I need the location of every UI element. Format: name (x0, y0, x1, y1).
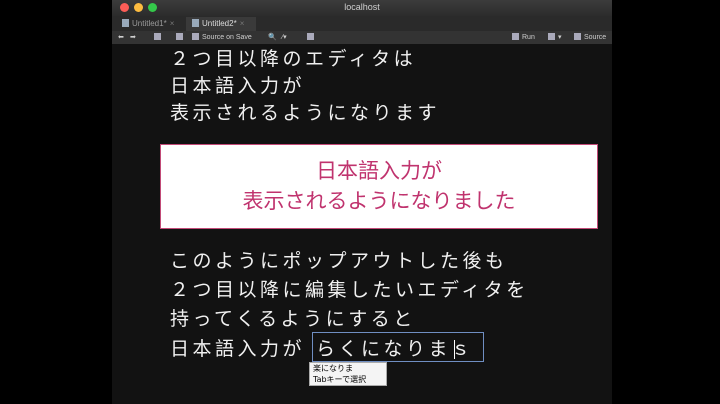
ime-composing-text: らくになりまｓ (316, 338, 474, 360)
line-text: このようにポップアウトした後も (170, 250, 508, 272)
callout-line-1: 日本語入力が (316, 159, 442, 183)
search-icon[interactable]: 🔍 (268, 32, 277, 43)
text-caret (454, 340, 455, 359)
line-text: ２つ目以降のエディタは (170, 48, 417, 70)
line-text: ２つ目以降に編集したいエディタを (170, 279, 529, 301)
forward-arrow-icon[interactable]: ➡ (130, 32, 136, 43)
show-in-window-icon[interactable] (154, 32, 164, 43)
window-title: localhost (344, 2, 380, 12)
tab-label: Untitled2* (202, 19, 237, 28)
title-bar: localhost (112, 0, 612, 16)
source-label: Source (584, 34, 607, 41)
run-label: Run (522, 34, 535, 41)
tab-close-icon[interactable]: × (170, 19, 175, 28)
tab-close-icon[interactable]: × (240, 19, 245, 28)
r-file-icon (192, 19, 199, 27)
run-button[interactable]: Run (512, 32, 535, 43)
source-on-save-label: Source on Save (202, 34, 252, 41)
source-on-save-checkbox[interactable]: Source on Save (192, 32, 252, 43)
line-text: 日本語入力が (170, 338, 306, 360)
line-text: 日本語入力が (170, 75, 306, 97)
ime-suggestion[interactable]: 楽になりま (310, 363, 386, 374)
back-arrow-icon[interactable]: ⬅ (118, 32, 124, 43)
r-file-icon (122, 19, 129, 27)
save-icon[interactable] (176, 32, 186, 43)
compile-report-icon[interactable] (307, 32, 317, 43)
tab-untitled1[interactable]: Untitled1* × (116, 17, 182, 31)
line-text: 持ってくるようにすると (170, 308, 416, 330)
ime-suggestion-popup: 楽になりま Tabキーで選択 (309, 362, 387, 386)
annotation-callout: 日本語入力が 表示されるようになりました (160, 144, 598, 229)
source-button[interactable]: Source (574, 32, 606, 43)
tab-untitled2[interactable]: Untitled2* × (186, 17, 256, 31)
ime-hint: Tabキーで選択 (313, 375, 367, 384)
tab-label: Untitled1* (132, 19, 167, 28)
tab-bar: Untitled1* × Untitled2* × (112, 16, 612, 32)
line-text: 表示されるようになります (170, 102, 441, 124)
callout-line-2: 表示されるようになりました (242, 189, 516, 213)
rerun-icon[interactable]: ▾ (548, 32, 562, 43)
editor-toolbar: ⬅ ➡ Source on Save 🔍 ⁄▾ Run ▾ Source (112, 31, 612, 44)
code-tools-icon[interactable]: ⁄▾ (282, 32, 287, 43)
